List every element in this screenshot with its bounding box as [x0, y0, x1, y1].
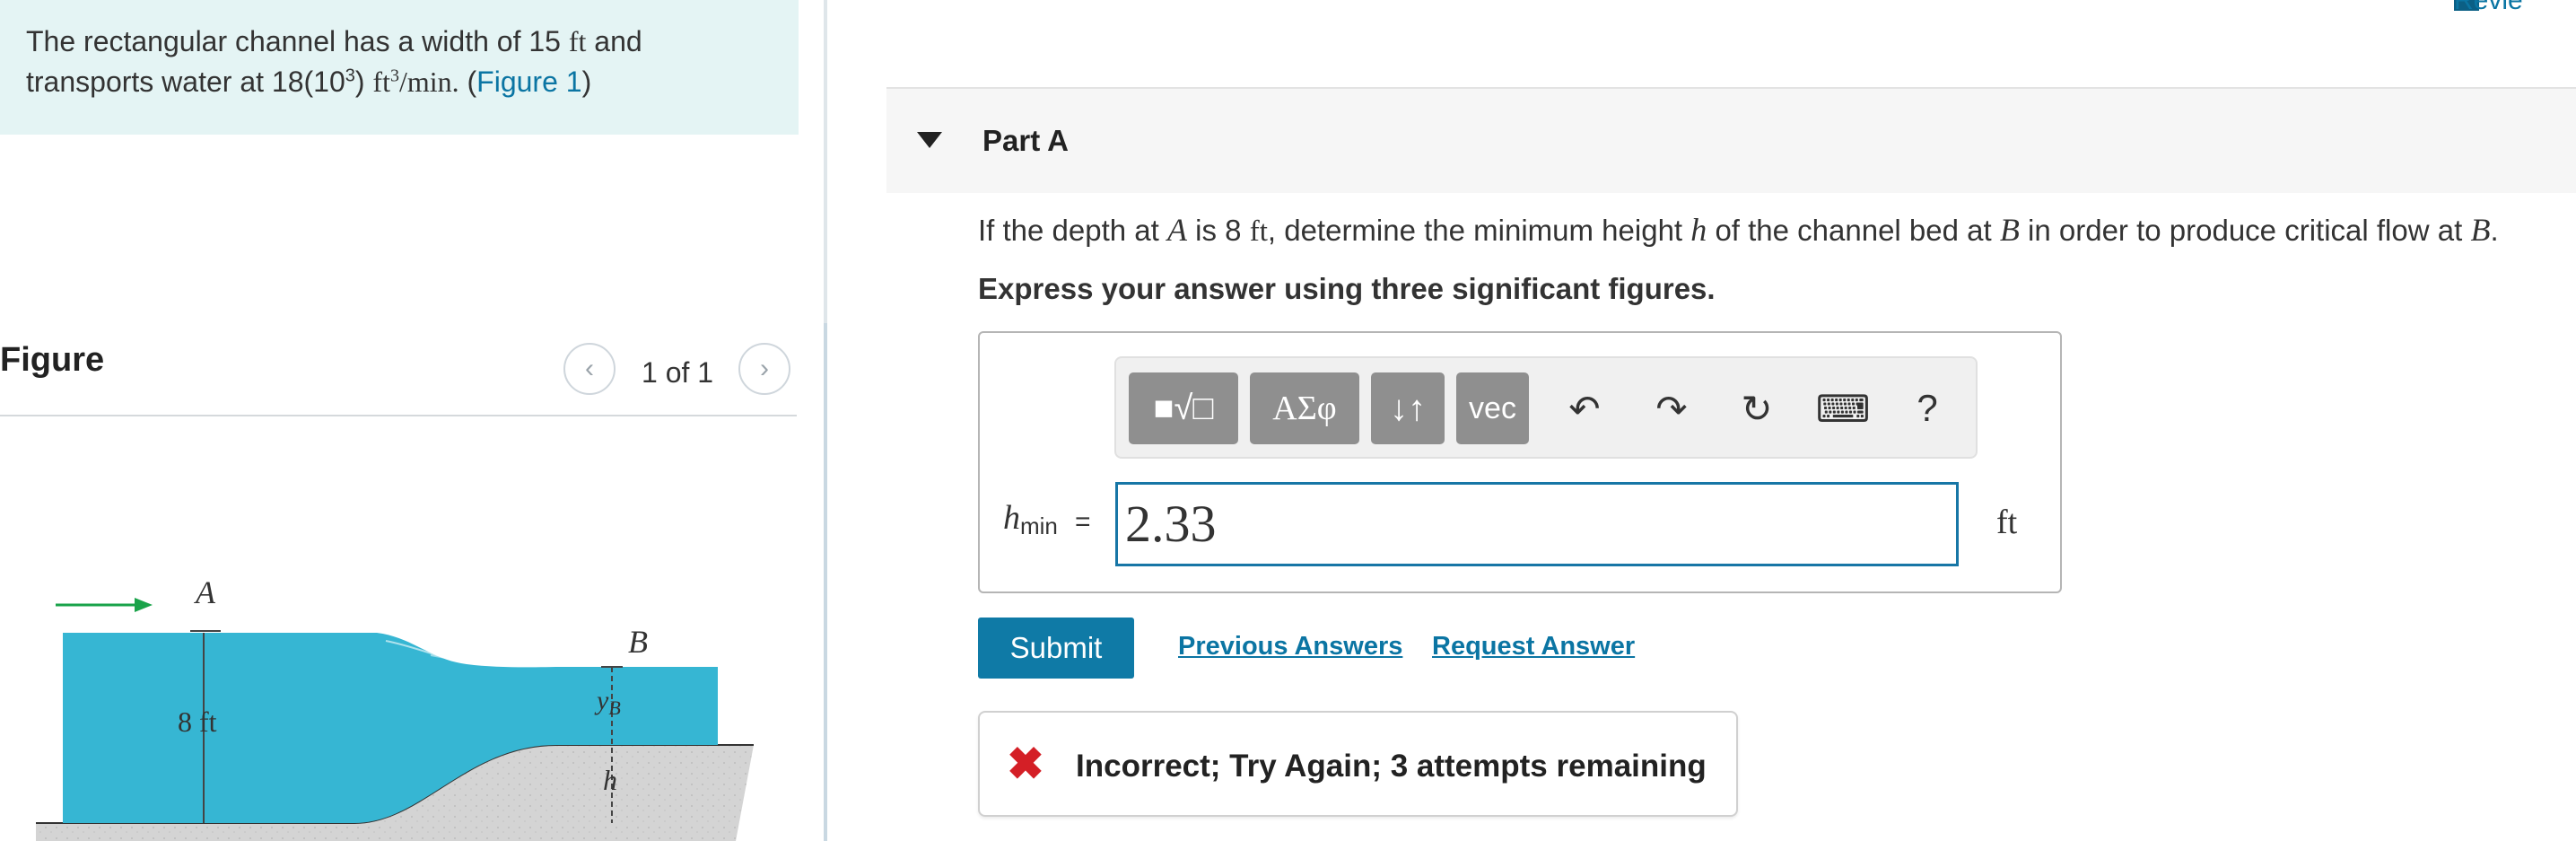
paren: )	[581, 66, 592, 98]
exponent: 3	[389, 66, 399, 86]
chevron-right-icon: ›	[760, 354, 769, 383]
answer-input[interactable]: 2.33	[1115, 482, 1959, 566]
part-a-label: Part A	[982, 124, 1069, 157]
question-part: , determine the minimum height	[1267, 214, 1683, 247]
question-part: If the depth at	[978, 214, 1159, 247]
var-a: A	[1167, 212, 1187, 248]
label-b: B	[628, 624, 648, 660]
review-link[interactable]: Revie	[2454, 0, 2523, 16]
question-part: in order to produce critical flow at	[2028, 214, 2463, 247]
answer-variable: hmin	[1003, 498, 1058, 540]
exponent: 3	[345, 66, 355, 86]
incorrect-icon: ✖	[1007, 739, 1044, 789]
paren: (	[467, 66, 477, 98]
problem-text-and: and	[594, 25, 642, 57]
problem-text: The rectangular channel has a width of 1…	[26, 22, 780, 102]
reset-icon[interactable]: ↻	[1730, 377, 1784, 440]
label-depth-8ft: 8 ft	[178, 705, 217, 738]
var-b: B	[1999, 212, 2020, 248]
figure-link[interactable]: Figure 1	[476, 66, 581, 98]
next-figure-button[interactable]: ›	[738, 343, 790, 395]
help-button[interactable]: ?	[1900, 377, 1954, 440]
unit-ft: ft	[1249, 215, 1268, 248]
question-part: .	[2490, 214, 2499, 247]
undo-icon[interactable]: ↶	[1558, 377, 1611, 440]
question-part: of the channel bed at	[1715, 214, 1992, 247]
unit-ft: ft	[372, 66, 390, 98]
part-a-header[interactable]	[886, 87, 2576, 193]
request-answer-link[interactable]: Request Answer	[1432, 632, 1635, 661]
question-part: is 8	[1195, 214, 1242, 247]
templates-button[interactable]: ■√□	[1129, 372, 1238, 444]
column-divider-scroll[interactable]	[824, 323, 827, 841]
previous-answers-link[interactable]: Previous Answers	[1178, 632, 1402, 661]
redo-icon[interactable]: ↷	[1645, 377, 1698, 440]
var-h: h	[1003, 499, 1020, 537]
var-h: h	[1690, 212, 1707, 248]
keyboard-icon[interactable]: ⌨	[1816, 377, 1871, 440]
unit-min: /min.	[398, 66, 459, 98]
greek-symbols-button[interactable]: ΑΣφ	[1250, 372, 1359, 444]
previous-figure-button[interactable]: ‹	[563, 343, 616, 395]
figure-divider	[0, 415, 797, 416]
chevron-left-icon: ‹	[585, 354, 594, 383]
label-h: h	[603, 764, 617, 796]
vector-button[interactable]: vec	[1456, 372, 1529, 444]
equals-sign: =	[1075, 507, 1091, 537]
caret-down-icon[interactable]	[917, 132, 942, 148]
var-b: B	[2470, 212, 2491, 248]
figure-title: Figure	[0, 341, 105, 379]
answer-unit: ft	[1996, 504, 2018, 541]
submit-button[interactable]: Submit	[978, 618, 1134, 679]
feedback-text: Incorrect; Try Again; 3 attempts remaini…	[1076, 749, 1707, 784]
var-subscript: min	[1020, 512, 1058, 539]
label-a: A	[194, 574, 216, 610]
arrows-button[interactable]: ↓↑	[1371, 372, 1445, 444]
channel-figure: A B 8 ft yB h	[36, 574, 754, 841]
problem-statement: The rectangular channel has a width of 1…	[0, 0, 799, 135]
answer-instruction: Express your answer using three signific…	[978, 272, 1716, 305]
problem-text-line1: The rectangular channel has a width of 1…	[26, 25, 561, 57]
flow-arrow-icon	[135, 598, 153, 612]
question-text: If the depth at A is 8 ft, determine the…	[978, 211, 2499, 249]
problem-text-line2: transports water at 18(10	[26, 66, 345, 98]
unit-ft: ft	[568, 25, 587, 57]
paren: )	[354, 66, 365, 98]
figure-counter: 1 of 1	[642, 356, 714, 389]
